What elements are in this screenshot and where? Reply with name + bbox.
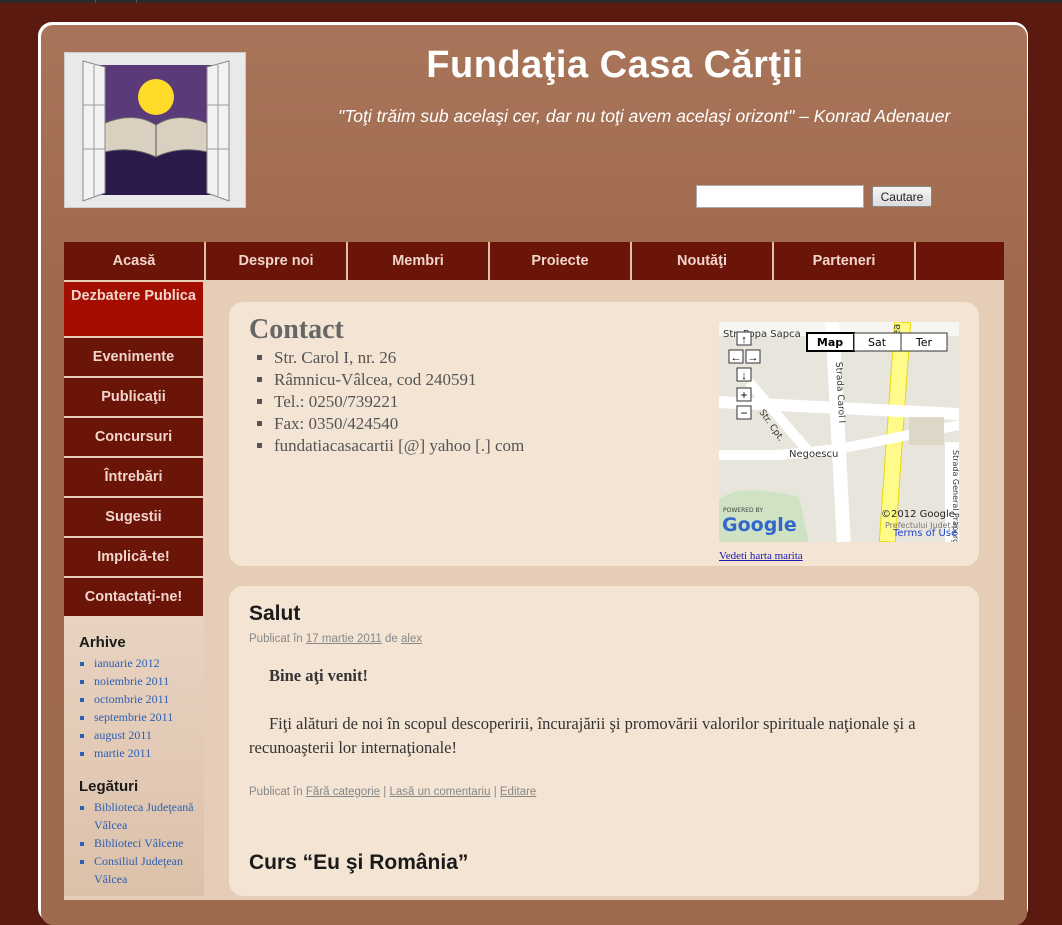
- site-tagline: "Toţi trăim sub acelaşi cer, dar nu toţi…: [338, 106, 951, 126]
- browser-top-strip: [0, 0, 1062, 3]
- nav-item-noutati[interactable]: Noutăţi: [632, 242, 774, 280]
- archive-link[interactable]: ianuarie 2012: [94, 654, 204, 672]
- contact-city: Râmnicu-Vâlcea, cod 240591: [274, 369, 524, 391]
- links-widget: Legături Biblioteca Judeţeană Vâlcea Bib…: [79, 778, 204, 888]
- sidebar-item-intrebari[interactable]: Întrebări: [64, 458, 203, 496]
- footer-separator: |: [383, 786, 387, 798]
- links-title: Legături: [79, 778, 139, 795]
- main-nav: Acasă Despre noi Membri Proiecte Noutăţi…: [64, 242, 1004, 280]
- sidebar-nav: Dezbatere Publica Evenimente Publicaţii …: [64, 282, 203, 618]
- nav-item-parteneri[interactable]: Parteneri: [774, 242, 916, 280]
- archive-link[interactable]: martie 2011: [94, 744, 204, 762]
- post-author-link[interactable]: alex: [401, 633, 422, 645]
- search-input[interactable]: [696, 185, 864, 208]
- archives-title: Arhive: [79, 634, 126, 651]
- map-label-negoescu: Negoescu: [789, 449, 838, 460]
- map-type-ter-button[interactable]: Ter: [915, 336, 933, 349]
- sidebar-item-contactati-ne[interactable]: Contactaţi-ne!: [64, 578, 203, 616]
- contact-address: Str. Carol I, nr. 26: [274, 347, 524, 369]
- map-type-sat-button[interactable]: Sat: [868, 336, 887, 349]
- contact-details: Str. Carol I, nr. 26 Râmnicu-Vâlcea, cod…: [256, 347, 524, 457]
- archive-link[interactable]: august 2011: [94, 726, 204, 744]
- archive-link[interactable]: noiembrie 2011: [94, 672, 204, 690]
- sidebar-item-implica-te[interactable]: Implică-te!: [64, 538, 203, 576]
- external-link[interactable]: Biblioteci Vâlcene: [94, 834, 204, 852]
- map-type-controls: Map Sat Ter: [806, 332, 948, 352]
- archive-link[interactable]: septembrie 2011: [94, 708, 204, 726]
- contact-fax: Fax: 0350/424540: [274, 413, 524, 435]
- contact-email: fundatiacasacartii [@] yahoo [.] com: [274, 435, 524, 457]
- sidebar-item-evenimente[interactable]: Evenimente: [64, 338, 203, 376]
- pan-right-icon[interactable]: →: [748, 352, 759, 364]
- zoom-out-icon[interactable]: −: [740, 406, 747, 420]
- external-link[interactable]: Consiliul Judeţean Vâlcea: [94, 852, 204, 888]
- post-category-link[interactable]: Fără categorie: [306, 786, 380, 798]
- map-terms-link[interactable]: Terms of Use: [892, 528, 957, 539]
- map-type-map-button[interactable]: Map: [817, 336, 843, 349]
- post-heading: Bine aţi venit!: [269, 666, 368, 685]
- post-meta-by: de: [384, 633, 398, 645]
- post-edit-link[interactable]: Editare: [500, 786, 536, 798]
- enlarge-map-link[interactable]: Vedeti harta marita: [719, 550, 803, 562]
- pan-up-icon[interactable]: ↑: [741, 334, 747, 346]
- sidebar-item-publicatii[interactable]: Publicaţii: [64, 378, 203, 416]
- archives-widget: Arhive ianuarie 2012 noiembrie 2011 octo…: [79, 634, 204, 762]
- nav-item-despre-noi[interactable]: Despre noi: [206, 242, 348, 280]
- post-comment-link[interactable]: Lasă un comentariu: [389, 786, 490, 798]
- sidebar-item-concursuri[interactable]: Concursuri: [64, 418, 203, 456]
- site-title[interactable]: Fundaţia Casa Cărţii: [0, 44, 1062, 87]
- zoom-in-icon[interactable]: +: [740, 388, 747, 402]
- google-logo[interactable]: Google: [722, 514, 797, 536]
- nav-item-acasa[interactable]: Acasă: [64, 242, 206, 280]
- search-button[interactable]: Cautare: [872, 186, 932, 207]
- nav-item-membri[interactable]: Membri: [348, 242, 490, 280]
- footer-separator: |: [493, 786, 497, 798]
- archive-link[interactable]: octombrie 2011: [94, 690, 204, 708]
- sidebar-item-sugestii[interactable]: Sugestii: [64, 498, 203, 536]
- pan-left-icon[interactable]: ←: [731, 352, 742, 364]
- post-date-link[interactable]: 17 martie 2011: [306, 633, 382, 645]
- post-meta: Publicat în 17 martie 2011 de alex: [249, 633, 422, 645]
- google-map[interactable]: Str. Popa Sapca Strada Carol I Calea lui…: [719, 322, 959, 542]
- sidebar-item-dezbatere-publica[interactable]: Dezbatere Publica: [64, 282, 203, 336]
- map-label-popa-sapca: Str. Popa Sapca: [723, 329, 801, 340]
- pan-down-icon[interactable]: ↓: [741, 370, 747, 382]
- post-title[interactable]: Salut: [249, 602, 300, 626]
- nav-item-proiecte[interactable]: Proiecte: [490, 242, 632, 280]
- post-title[interactable]: Curs “Eu şi România”: [249, 851, 468, 875]
- post-meta-prefix: Publicat în: [249, 633, 303, 645]
- contact-title: Contact: [249, 314, 344, 345]
- post-footer: Publicat în Fără categorie | Lasă un com…: [249, 786, 536, 798]
- contact-phone: Tel.: 0250/739221: [274, 391, 524, 413]
- map-copyright: ©2012 Google: [881, 509, 955, 520]
- powered-by-label: POWERED BY: [723, 507, 763, 514]
- post-paragraph: Fiţi alături de noi în scopul descoperir…: [249, 714, 916, 757]
- post-content: Bine aţi venit! Fiţi alături de noi în s…: [249, 664, 969, 760]
- external-link[interactable]: Biblioteca Judeţeană Vâlcea: [94, 798, 204, 834]
- post-footer-prefix: Publicat în: [249, 786, 303, 798]
